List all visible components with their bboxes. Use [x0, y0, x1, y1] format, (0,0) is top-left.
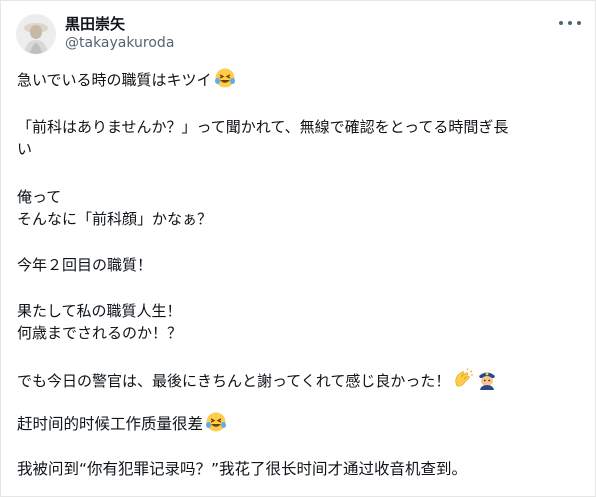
dot	[568, 21, 572, 25]
crying-laughing-emoji-icon	[214, 68, 235, 88]
author-handle[interactable]: @takayakuroda	[65, 34, 174, 52]
tweet-text: 急いでいる時の職質はキツイ	[17, 71, 212, 89]
tweet-line: 何歳までされるのか！？	[17, 324, 183, 342]
tweet-body: 急いでいる時の職質はキツイ 「前科はありませんか？」って聞かれて、無線で確認をと…	[17, 67, 577, 392]
tweet-line: 俺って	[17, 188, 62, 206]
author-name[interactable]: 黒田崇矢	[65, 14, 125, 34]
crying-laughing-emoji-icon	[206, 412, 227, 432]
tweet-line: い	[17, 140, 33, 158]
tweet-card: 黒田崇矢 @takayakuroda 急いでいる時の職質はキツイ 「前科はありま…	[0, 0, 596, 497]
tweet-text: でも今日の警官は、最後にきちんと謝ってくれて感じ良かった！	[17, 372, 451, 390]
avatar[interactable]	[16, 14, 56, 54]
tweet-line: でも今日の警官は、最後にきちんと謝ってくれて感じ良かった！	[17, 368, 577, 392]
tweet-line: 今年２回目の職質！	[17, 256, 153, 274]
dot	[577, 21, 581, 25]
tweet-line: 急いでいる時の職質はキツイ	[17, 67, 577, 91]
translation-line: 我被问到“你有犯罪记录吗？”我花了很长时间才通过收音机查到。	[17, 460, 468, 478]
tweet-line: 果たして私の職質人生！	[17, 302, 182, 320]
more-options-icon[interactable]	[559, 15, 581, 31]
clapping-hands-emoji-icon	[455, 368, 474, 387]
translation-line: 赶时间的时候工作质量很差	[17, 411, 577, 435]
police-officer-emoji-icon	[479, 372, 496, 390]
translation-text: 赶时间的时候工作质量很差	[17, 415, 204, 433]
dot	[559, 21, 563, 25]
tweet-line: そんなに「前科顔」かなぁ？	[17, 210, 213, 228]
avatar-photo-icon	[16, 14, 56, 54]
tweet-line: 「前科はありませんか？」って聞かれて、無線で確認をとってる時間ぎ長	[17, 118, 509, 136]
